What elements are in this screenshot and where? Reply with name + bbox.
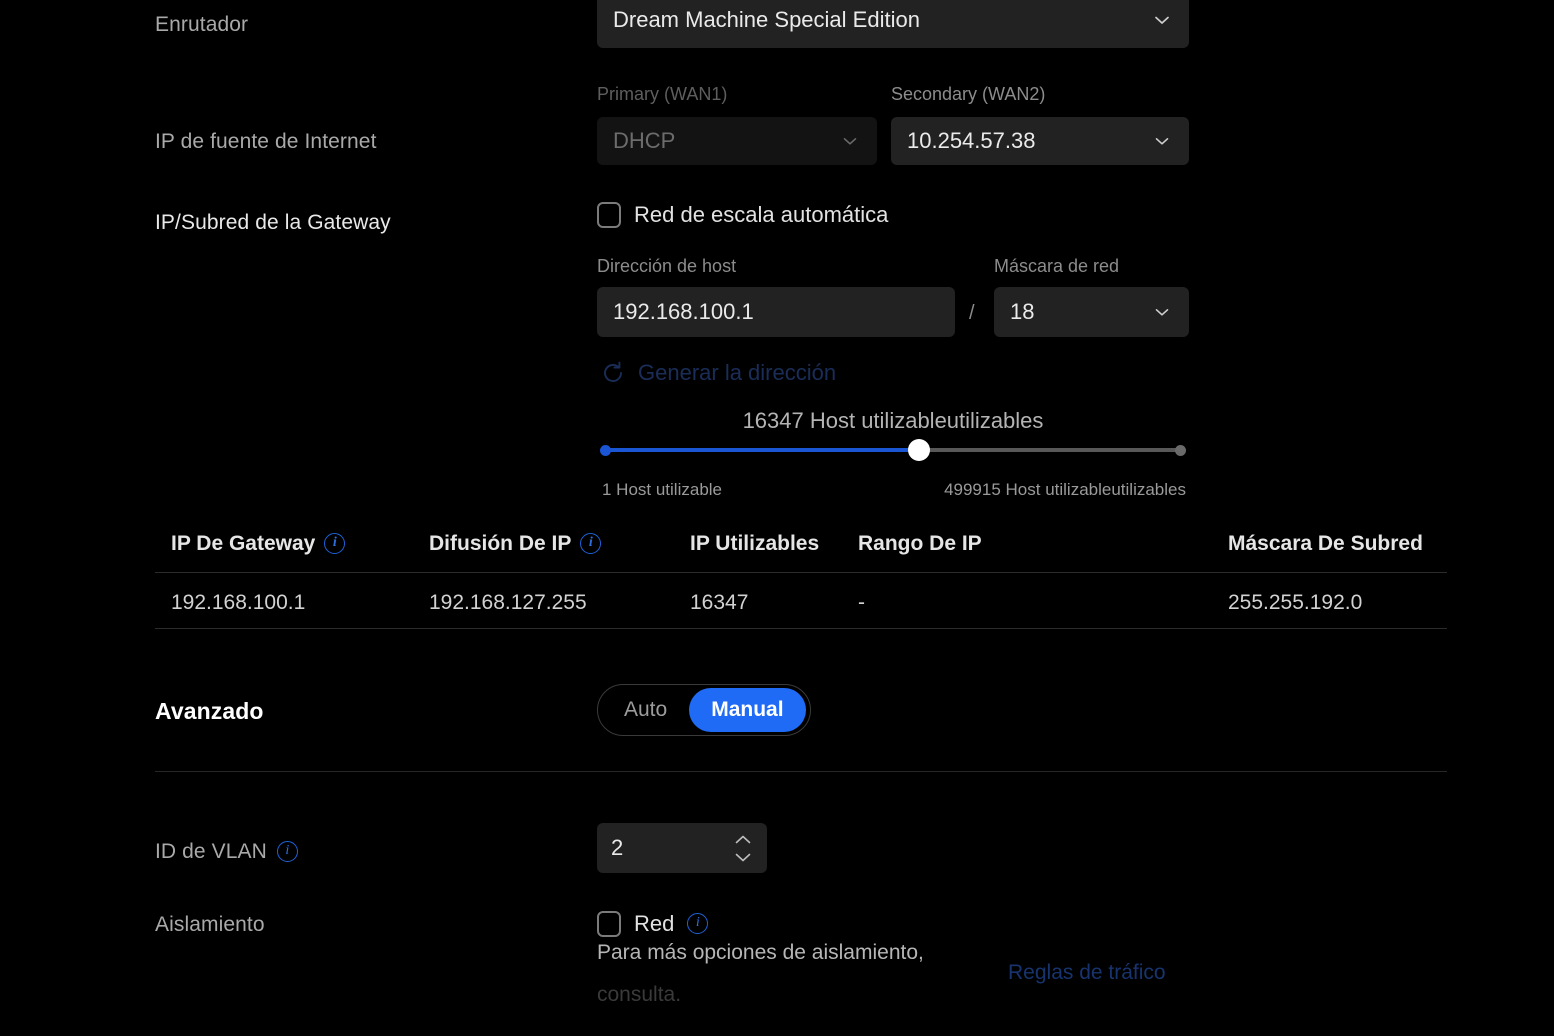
column-header-usable-ips: IP Utilizables — [690, 532, 819, 556]
traffic-rules-link[interactable]: Reglas de tráfico — [1008, 961, 1166, 985]
table-header-divider — [155, 572, 1447, 573]
advanced-mode-toggle[interactable]: Auto Manual — [597, 684, 811, 736]
slider-min-label: 1 Host utilizable — [602, 480, 723, 499]
slider-thumb[interactable] — [908, 439, 930, 461]
host-address-value: 192.168.100.1 — [613, 299, 754, 324]
chevron-down-icon[interactable] — [733, 852, 753, 863]
gateway-subnet-label: IP/Subred de la Gateway — [155, 211, 391, 234]
column-header-gateway-ip: IP De Gateway i — [171, 532, 346, 556]
advanced-mode-option-auto[interactable]: Auto — [602, 688, 689, 732]
advanced-section-divider — [155, 771, 1447, 772]
chevron-down-icon — [1151, 130, 1173, 152]
column-header-broadcast-ip-label: Difusión De IP — [429, 532, 572, 555]
column-header-ip-range-label: Rango De IP — [858, 532, 982, 555]
internet-source-label: IP de fuente de Internet — [155, 130, 377, 153]
auto-scale-network-label: Red de escala automática — [634, 202, 889, 227]
secondary-wan-value: 10.254.57.38 — [907, 128, 1036, 153]
advanced-mode-option-manual[interactable]: Manual — [689, 688, 806, 732]
chevron-down-icon — [1151, 9, 1173, 31]
router-dropdown-value: Dream Machine Special Edition — [613, 7, 920, 32]
cell-subnet-mask: 255.255.192.0 — [1228, 591, 1363, 614]
slider-max-label: 499915 Host utilizableutilizables — [944, 480, 1186, 499]
primary-wan-caption: Primary (WAN1) — [597, 84, 728, 104]
column-header-broadcast-ip: Difusión De IP i — [429, 532, 602, 556]
secondary-wan-dropdown[interactable]: 10.254.57.38 — [891, 117, 1189, 165]
generate-address-label: Generar la dirección — [638, 360, 837, 385]
info-icon[interactable]: i — [276, 840, 298, 862]
secondary-wan-caption: Secondary (WAN2) — [891, 84, 1046, 104]
vlan-id-label: ID de VLAN — [155, 840, 267, 863]
checkbox-unchecked-icon[interactable] — [597, 911, 621, 937]
usable-hosts-value-label: 16347 Host utilizableutilizables — [742, 408, 1044, 433]
primary-wan-value: DHCP — [613, 128, 676, 153]
vlan-id-stepper[interactable]: 2 — [597, 823, 767, 873]
column-header-usable-ips-label: IP Utilizables — [690, 532, 820, 555]
host-address-input[interactable]: 192.168.100.1 — [597, 287, 955, 337]
isolation-network-label: Red — [634, 911, 675, 936]
cell-ip-range: - — [858, 591, 865, 614]
table-header-row: IP De Gateway i Difusión De IP i IP Util… — [155, 520, 1447, 576]
column-header-ip-range: Rango De IP — [858, 532, 982, 556]
netmask-value: 18 — [1010, 299, 1035, 324]
primary-wan-dropdown[interactable]: DHCP — [597, 117, 877, 165]
address-mask-separator: / — [969, 302, 975, 324]
cell-usable-ips: 16347 — [690, 591, 749, 614]
info-icon[interactable]: i — [580, 532, 602, 554]
subnet-summary-table: IP De Gateway i Difusión De IP i IP Util… — [155, 520, 1447, 632]
vlan-id-value: 2 — [611, 835, 624, 860]
router-dropdown[interactable]: Dream Machine Special Edition — [597, 0, 1189, 48]
table-row-divider — [155, 628, 1447, 629]
network-settings-page: Enrutador Dream Machine Special Edition … — [0, 0, 1554, 1036]
host-address-caption: Dirección de host — [597, 256, 737, 276]
refresh-icon — [600, 360, 626, 386]
usable-hosts-slider[interactable]: 16347 Host utilizableutilizables 1 Host … — [597, 408, 1189, 508]
generate-address-link[interactable]: Generar la dirección — [600, 360, 836, 386]
router-label: Enrutador — [155, 13, 249, 36]
vlan-id-stepper-arrows[interactable] — [733, 834, 753, 863]
isolation-label: Aislamiento — [155, 913, 265, 936]
info-icon[interactable]: i — [687, 912, 709, 934]
slider-min-dot — [600, 444, 611, 456]
isolation-help-text-line2: consulta. — [597, 983, 682, 1006]
netmask-dropdown[interactable]: 18 — [994, 287, 1189, 337]
cell-gateway-ip: 192.168.100.1 — [171, 591, 306, 614]
advanced-section-label: Avanzado — [155, 698, 264, 724]
isolation-help-text-line1: Para más opciones de aislamiento, — [597, 941, 924, 964]
chevron-down-icon — [1151, 301, 1173, 323]
info-icon[interactable]: i — [324, 532, 346, 554]
vlan-id-label-row: ID de VLAN i — [155, 840, 298, 864]
table-row: 192.168.100.1 192.168.127.255 16347 - 25… — [155, 576, 1447, 632]
column-header-subnet-mask: Máscara De Subred — [1228, 532, 1423, 556]
isolation-network-checkbox-row[interactable]: Red i — [597, 911, 709, 937]
netmask-caption: Máscara de red — [994, 256, 1120, 276]
chevron-down-icon — [839, 130, 861, 152]
checkbox-unchecked-icon[interactable] — [597, 202, 621, 228]
chevron-up-icon[interactable] — [733, 834, 753, 845]
slider-max-dot — [1175, 444, 1186, 456]
cell-broadcast-ip: 192.168.127.255 — [429, 591, 587, 614]
column-header-subnet-mask-label: Máscara De Subred — [1228, 532, 1423, 555]
auto-scale-network-checkbox-row[interactable]: Red de escala automática — [597, 202, 888, 228]
slider-track-fill — [605, 448, 919, 452]
column-header-gateway-ip-label: IP De Gateway — [171, 532, 316, 555]
